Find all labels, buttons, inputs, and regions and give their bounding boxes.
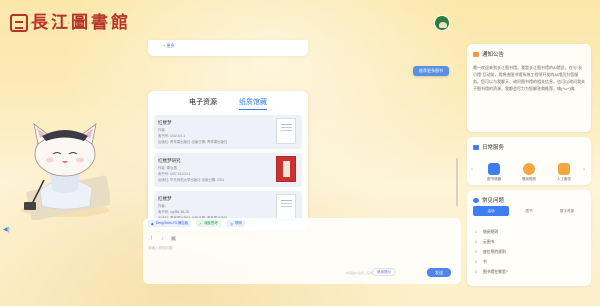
book-publisher: 出版社: 华东师范大学出版社·出版日期: 2011 <box>158 178 225 182</box>
speaker-icon[interactable]: ◀) <box>3 226 10 233</box>
logo-subtitle: CHANGJIANG LIBRARY <box>30 21 127 25</box>
faq-tabs: 活动 图书 数字资源 <box>473 206 585 216</box>
recommend-more-books-button[interactable]: 推荐更多图书 <box>413 66 449 76</box>
service-collection[interactable]: 图书馆藏 <box>479 163 509 182</box>
common-questions-button[interactable]: 常用提问 <box>372 268 396 276</box>
deep-thinking-toggle[interactable]: ✓ 深度思考 <box>196 220 221 227</box>
book-item[interactable]: 红楼梦 作者： 索书号: I242.4/1:1 出版社: 青苹果出版社·出版日期… <box>154 115 302 149</box>
services-icon <box>473 144 479 150</box>
chat-input-field[interactable]: 请输入你的问题 <box>148 246 173 251</box>
book-title: 红楼梦 <box>158 120 172 125</box>
book-call-number: 索书号: cg/I56.36-28 <box>158 210 189 214</box>
faq-icon <box>473 197 479 203</box>
faq-tab-books[interactable]: 图书 <box>511 206 547 216</box>
notice-body: 哦～欢迎来到长江图书馆，我是长江图书馆的AI馆员。在与“长小馆”互动前，我将由图… <box>473 65 585 91</box>
service-label: 人工服务 <box>557 177 571 181</box>
services-title: 日常服务 <box>482 145 505 151</box>
faq-item[interactable]: 3 座位预约规则 <box>475 250 506 255</box>
tab-print-collection[interactable]: 纸质馆藏 <box>239 97 267 110</box>
logo-glyph-icon <box>10 14 28 32</box>
faq-item[interactable]: 1 借阅规则 <box>475 230 498 235</box>
common-questions-label: 常用提问 <box>377 269 391 274</box>
notice-header: 通知公告 <box>473 50 504 58</box>
model-icon: ◆ <box>151 221 154 226</box>
cat-mascot-illustration <box>21 123 110 220</box>
deep-thinking-label: 深度思考 <box>203 221 218 225</box>
book-cover-image <box>276 118 296 144</box>
more-link[interactable]: + 更多 <box>163 43 174 49</box>
book-call-number: 索书号: I242.4/1:1 <box>158 134 186 138</box>
book-author: 作者： <box>158 128 169 132</box>
deep-thinking-icon: ✓ <box>199 221 202 226</box>
services-prev-icon[interactable]: ‹ <box>471 167 473 173</box>
faq-title: 常见问题 <box>482 198 505 204</box>
library-collection-icon <box>488 163 500 175</box>
service-label: 图书馆藏 <box>487 177 501 181</box>
notice-title: 通知公告 <box>482 52 505 58</box>
borrow-rules-icon <box>523 163 535 175</box>
book-publisher: 出版社: 青苹果出版社·出版日期: 青苹果出版社 <box>158 140 228 144</box>
service-human-help[interactable]: 人工服务 <box>549 163 579 182</box>
faq-panel: 常见问题 活动 图书 数字资源 1 借阅规则 2 云图书 3 座位预约规则 4书 5图… <box>467 190 591 286</box>
user-avatar[interactable] <box>434 15 450 31</box>
faq-item[interactable]: 4书 <box>475 260 487 265</box>
resource-result-card: 电子资源 纸质馆藏 红楼梦 作者： 索书号: I242.4/1:1 出版社: 青… <box>148 91 308 231</box>
book-author: 作者: 周汝昌 <box>158 166 177 170</box>
image-upload-icon[interactable]: ▣ <box>170 236 177 243</box>
services-next-icon[interactable]: › <box>583 167 585 173</box>
book-author: 作者： <box>158 204 169 208</box>
service-borrow-rules[interactable]: 借阅规则 <box>514 163 544 182</box>
book-title: 红楼梦研究 <box>158 158 181 163</box>
faq-item[interactable]: 5 图书馆在哪里? <box>475 270 508 275</box>
faq-header: 常见问题 <box>473 196 504 204</box>
model-chip-label: DeepSeek-R1满血版 <box>155 221 189 225</box>
services-header: 日常服务 <box>473 143 504 151</box>
book-cover-image <box>276 156 296 182</box>
send-button[interactable]: 发送 <box>427 268 451 277</box>
faq-tab-digital[interactable]: 数字资源 <box>549 206 585 216</box>
microphone-icon[interactable]: ♪ <box>159 236 166 243</box>
faq-tab-activities[interactable]: 活动 <box>473 206 509 216</box>
notice-icon <box>473 51 479 57</box>
attachment-icon[interactable]: ⌇ <box>148 236 155 243</box>
model-selector-chip[interactable]: ◆ DeepSeek-R1满血版 <box>148 220 192 227</box>
book-title: 红楼梦 <box>158 196 172 201</box>
book-call-number: 索书号: I207.411/14.1 <box>158 172 191 176</box>
globe-icon: ◎ <box>230 221 234 226</box>
web-search-toggle[interactable]: ◎ 联网 <box>227 220 246 227</box>
chat-scrollbar[interactable] <box>456 158 458 206</box>
book-cover-image <box>276 194 296 220</box>
services-panel: 日常服务 ‹ 图书馆藏 借阅规则 人工服务 › <box>467 137 591 185</box>
resource-tabs: 电子资源 纸质馆藏 <box>148 97 308 110</box>
web-search-label: 联网 <box>235 221 243 225</box>
faq-item[interactable]: 2 云图书 <box>475 240 494 245</box>
service-label: 借阅规则 <box>522 177 536 181</box>
human-service-icon <box>558 163 570 175</box>
book-item[interactable]: 红楼梦研究 作者: 周汝昌 索书号: I207.411/14.1 出版社: 华东… <box>154 153 302 187</box>
notice-panel: 通知公告 哦～欢迎来到长江图书馆，我是长江图书馆的AI馆员。在与“长小馆”互动前… <box>467 44 591 132</box>
tab-e-resources[interactable]: 电子资源 <box>189 97 217 109</box>
chat-input-panel <box>143 218 461 284</box>
